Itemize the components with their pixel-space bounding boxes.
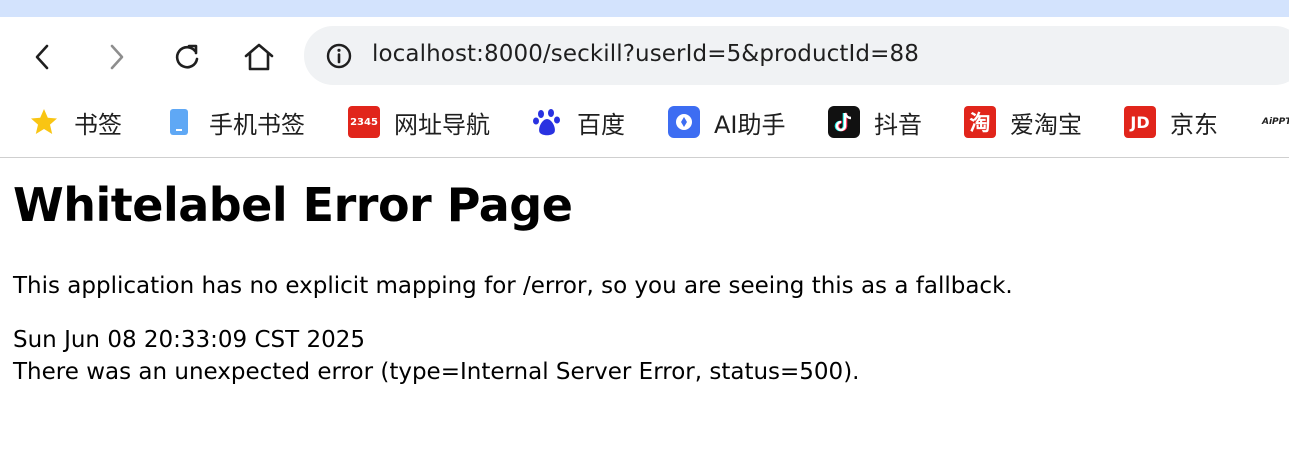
site-info-icon[interactable] <box>325 42 353 70</box>
reload-icon <box>175 44 199 69</box>
window-top-strip <box>0 0 1289 17</box>
error-message: This application has no explicit mapping… <box>13 273 1013 299</box>
bookmark-item-aippt[interactable]: AiPPT <box>1262 106 1289 138</box>
jd-icon: JD <box>1124 106 1156 138</box>
forward-arrow-icon <box>110 44 124 70</box>
taobao-icon: 淘 <box>964 106 996 138</box>
navigation-icon: 2345 <box>348 106 380 138</box>
forward-button[interactable] <box>97 38 135 76</box>
bookmark-label: 抖音 <box>874 110 922 139</box>
bookmark-label: 手机书签 <box>209 110 305 139</box>
back-arrow-icon <box>35 44 49 70</box>
browser-toolbar: localhost:8000/seckill?userId=5&productI… <box>0 17 1289 95</box>
error-details: Sun Jun 08 20:33:09 CST 2025 There was a… <box>13 324 1273 388</box>
home-button[interactable] <box>240 38 278 76</box>
error-timestamp: Sun Jun 08 20:33:09 CST 2025 <box>13 327 366 353</box>
home-icon <box>244 43 274 71</box>
bookmark-item-mobile-bookmarks[interactable]: 手机书签 <box>163 106 305 139</box>
page-title: Whitelabel Error Page <box>13 178 573 232</box>
reload-button[interactable] <box>168 38 206 76</box>
bookmark-label: 百度 <box>577 110 625 139</box>
error-page-content: Whitelabel Error Page This application h… <box>13 170 1273 388</box>
bookmark-item-bookmarks[interactable]: 书签 <box>28 106 122 139</box>
bookmark-label: 京东 <box>1170 110 1218 139</box>
ai-assistant-icon <box>668 106 700 138</box>
baidu-paw-icon <box>531 106 563 138</box>
bookmark-label: 网址导航 <box>394 110 490 139</box>
bookmark-label: 爱淘宝 <box>1010 110 1082 139</box>
bookmark-item-ai-assistant[interactable]: AI助手 <box>668 106 786 139</box>
bookmarks-bar: 书签 手机书签 2345 网址导航 百度 AI助手 抖音 淘 爱淘宝 JD 京东… <box>0 95 1289 158</box>
error-detail-text: There was an unexpected error (type=Inte… <box>13 359 860 385</box>
url-text[interactable]: localhost:8000/seckill?userId=5&productI… <box>372 41 919 67</box>
star-icon <box>28 106 60 138</box>
bookmark-item-baidu[interactable]: 百度 <box>531 106 625 139</box>
address-bar[interactable]: localhost:8000/seckill?userId=5&productI… <box>304 26 1289 85</box>
back-button[interactable] <box>24 38 62 76</box>
phone-icon <box>163 106 195 138</box>
bookmark-item-taobao[interactable]: 淘 爱淘宝 <box>964 106 1082 139</box>
bookmark-item-douyin[interactable]: 抖音 <box>828 106 922 139</box>
bookmark-item-jd[interactable]: JD 京东 <box>1124 106 1218 139</box>
jd-icon-glyph: JD <box>1130 112 1150 132</box>
aippt-icon: AiPPT <box>1262 117 1289 127</box>
navigation-icon-glyph: 2345 <box>350 116 378 128</box>
bookmark-item-web-navigation[interactable]: 2345 网址导航 <box>348 106 490 139</box>
bookmark-label: AI助手 <box>714 110 786 139</box>
bookmark-label: 书签 <box>74 110 122 139</box>
taobao-icon-glyph: 淘 <box>969 111 991 135</box>
tiktok-icon <box>828 106 860 138</box>
